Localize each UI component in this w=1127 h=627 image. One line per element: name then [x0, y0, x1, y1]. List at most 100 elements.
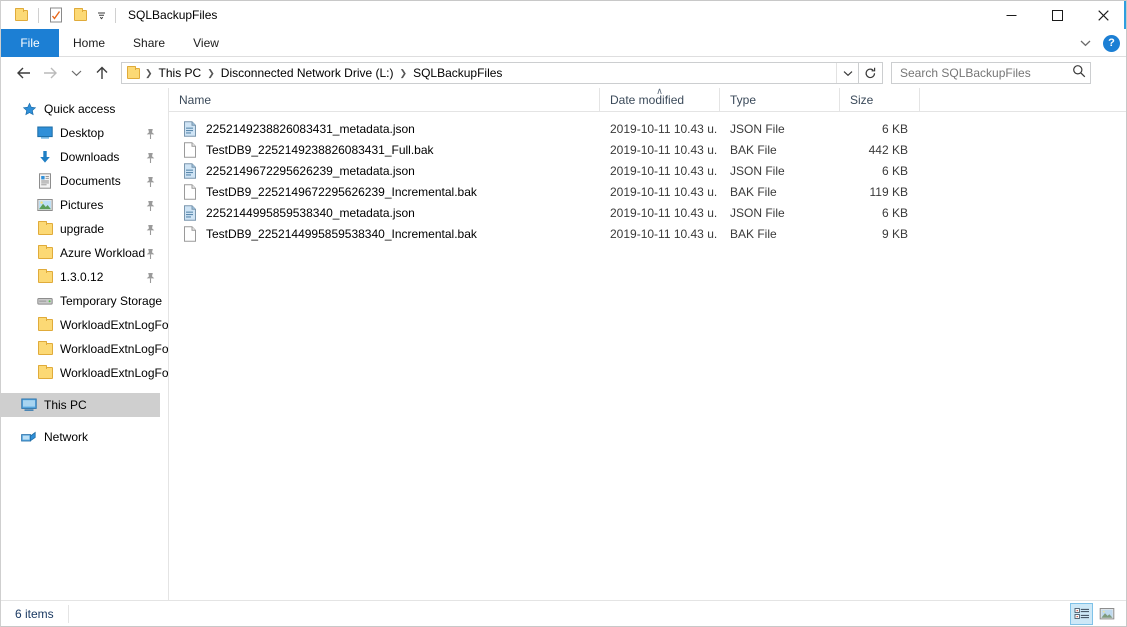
- table-row[interactable]: 2252149238826083431_metadata.json 2019-1…: [169, 118, 1126, 139]
- title-bar: SQLBackupFiles: [1, 1, 1126, 29]
- folder-icon: [37, 269, 53, 285]
- folder-icon: [37, 221, 53, 237]
- file-type-cell: JSON File: [730, 121, 785, 136]
- column-header-size[interactable]: Size: [840, 88, 920, 111]
- search-icon[interactable]: [1072, 64, 1086, 83]
- search-input[interactable]: Search SQLBackupFiles: [891, 62, 1091, 84]
- sidebar-item-temporary-storage[interactable]: Temporary Storage: [1, 289, 168, 313]
- sidebar-item-this-pc[interactable]: This PC: [1, 393, 160, 417]
- address-dropdown-icon[interactable]: [836, 63, 858, 83]
- pin-icon[interactable]: [145, 271, 156, 283]
- breadcrumb-separator-0[interactable]: ❯: [143, 68, 155, 79]
- file-name-label: TestDB9_2252144995859538340_Incremental.…: [206, 226, 477, 241]
- expand-ribbon-icon[interactable]: [1072, 30, 1098, 56]
- pin-icon[interactable]: [145, 151, 156, 163]
- search-placeholder: Search SQLBackupFiles: [900, 66, 1031, 80]
- sidebar-item-network[interactable]: Network: [1, 425, 168, 449]
- pin-icon[interactable]: [145, 175, 156, 187]
- table-row[interactable]: 2252149672295626239_metadata.json 2019-1…: [169, 160, 1126, 181]
- quick-access-toolbar: SQLBackupFiles: [1, 1, 217, 29]
- sidebar-item-upgrade[interactable]: upgrade: [1, 217, 168, 241]
- status-bar: 6 items: [1, 600, 1126, 626]
- sidebar-item-1-3-0-12[interactable]: 1.3.0.12: [1, 265, 168, 289]
- column-header-date-label: Date modified: [610, 92, 685, 107]
- sidebar-item-label: This PC: [44, 398, 87, 412]
- breadcrumb-item-drive[interactable]: Disconnected Network Drive (L:): [217, 66, 398, 80]
- table-row[interactable]: TestDB9_2252149238826083431_Full.bak 201…: [169, 139, 1126, 160]
- breadcrumb[interactable]: ❯ This PC ❯ Disconnected Network Drive (…: [121, 62, 859, 84]
- file-name-cell[interactable]: TestDB9_2252149672295626239_Incremental.…: [169, 183, 600, 200]
- network-icon: [21, 429, 37, 445]
- sidebar-item-workload-log-1[interactable]: WorkloadExtnLogFo: [1, 313, 168, 337]
- sidebar-item-pictures[interactable]: Pictures: [1, 193, 168, 217]
- minimize-button[interactable]: [988, 1, 1034, 29]
- table-row[interactable]: TestDB9_2252144995859538340_Incremental.…: [169, 223, 1126, 244]
- close-button[interactable]: [1080, 1, 1126, 29]
- maximize-button[interactable]: [1034, 1, 1080, 29]
- refresh-button[interactable]: [859, 62, 883, 84]
- pictures-icon: [37, 197, 53, 213]
- sidebar-item-desktop[interactable]: Desktop: [1, 121, 168, 145]
- column-header-filler[interactable]: [920, 88, 1126, 111]
- breadcrumb-separator-1[interactable]: ❯: [205, 68, 217, 79]
- pin-icon[interactable]: [145, 223, 156, 235]
- folder-icon[interactable]: [9, 3, 33, 27]
- sidebar-item-workload-log-3[interactable]: WorkloadExtnLogFo: [1, 361, 168, 385]
- column-header-name[interactable]: Name: [169, 88, 600, 111]
- chevron-down-icon[interactable]: [92, 3, 110, 27]
- sidebar-item-downloads[interactable]: Downloads: [1, 145, 168, 169]
- pin-icon[interactable]: [145, 127, 156, 139]
- explorer-body: Quick access Desktop Downloads Documents…: [1, 86, 1126, 600]
- breadcrumb-item-folder[interactable]: SQLBackupFiles: [409, 66, 506, 80]
- column-header-name-label: Name: [179, 92, 212, 107]
- column-header-type[interactable]: Type: [720, 88, 840, 111]
- sidebar-item-label: WorkloadExtnLogFo: [60, 366, 169, 380]
- file-type-cell: JSON File: [730, 205, 785, 220]
- tab-share[interactable]: Share: [119, 29, 179, 57]
- recent-locations-button[interactable]: [63, 60, 89, 86]
- file-name-cell[interactable]: TestDB9_2252149238826083431_Full.bak: [169, 141, 600, 158]
- file-name-label: TestDB9_2252149238826083431_Full.bak: [206, 142, 434, 157]
- sidebar-item-azure-workload[interactable]: Azure Workload: [1, 241, 168, 265]
- navigation-pane: Quick access Desktop Downloads Documents…: [1, 88, 169, 600]
- file-list-pane: Name ∧ Date modified Type Size 225214923…: [169, 86, 1126, 600]
- sidebar-group-quick-access[interactable]: Quick access: [1, 97, 168, 121]
- file-name-cell[interactable]: 2252149672295626239_metadata.json: [169, 162, 600, 179]
- forward-button[interactable]: [37, 60, 63, 86]
- column-header-date-modified[interactable]: ∧ Date modified: [600, 86, 720, 111]
- new-folder-icon[interactable]: [68, 3, 92, 27]
- sidebar-item-label: Network: [44, 430, 89, 444]
- sidebar-item-label: 1.3.0.12: [60, 270, 104, 284]
- address-bar: ❯ This PC ❯ Disconnected Network Drive (…: [1, 58, 1126, 88]
- file-size-cell: 6 KB: [881, 121, 908, 136]
- pin-icon[interactable]: [145, 199, 156, 211]
- file-date-cell: 2019-10-11 10.43 u.: [610, 205, 718, 220]
- sort-ascending-icon: ∧: [656, 86, 663, 96]
- table-row[interactable]: 2252144995859538340_metadata.json 2019-1…: [169, 202, 1126, 223]
- tab-file[interactable]: File: [1, 29, 59, 57]
- star-icon: [21, 101, 37, 117]
- sidebar-item-workload-log-2[interactable]: WorkloadExtnLogFo: [1, 337, 168, 361]
- large-icons-view-icon[interactable]: [1095, 603, 1118, 625]
- file-name-label: 2252149672295626239_metadata.json: [206, 163, 415, 178]
- file-name-cell[interactable]: 2252144995859538340_metadata.json: [169, 204, 600, 221]
- tab-view[interactable]: View: [179, 29, 233, 57]
- pin-icon[interactable]: [145, 247, 156, 259]
- tab-home[interactable]: Home: [59, 29, 119, 57]
- sidebar-item-documents[interactable]: Documents: [1, 169, 168, 193]
- file-name-cell[interactable]: TestDB9_2252144995859538340_Incremental.…: [169, 225, 600, 242]
- computer-icon: [21, 397, 37, 413]
- help-icon[interactable]: ?: [1103, 34, 1120, 52]
- details-view-icon[interactable]: [1070, 602, 1093, 625]
- generic-file-icon: [182, 225, 198, 242]
- up-button[interactable]: [89, 60, 115, 86]
- back-button[interactable]: [11, 60, 37, 86]
- table-row[interactable]: TestDB9_2252149672295626239_Incremental.…: [169, 181, 1126, 202]
- file-type-cell: BAK File: [730, 142, 777, 157]
- properties-icon[interactable]: [44, 3, 68, 27]
- file-name-cell[interactable]: 2252149238826083431_metadata.json: [169, 120, 600, 137]
- breadcrumb-item-this-pc[interactable]: This PC: [155, 66, 206, 80]
- file-size-cell: 6 KB: [881, 163, 908, 178]
- breadcrumb-separator-2[interactable]: ❯: [398, 68, 410, 79]
- sidebar-item-label: Temporary Storage: [60, 294, 163, 308]
